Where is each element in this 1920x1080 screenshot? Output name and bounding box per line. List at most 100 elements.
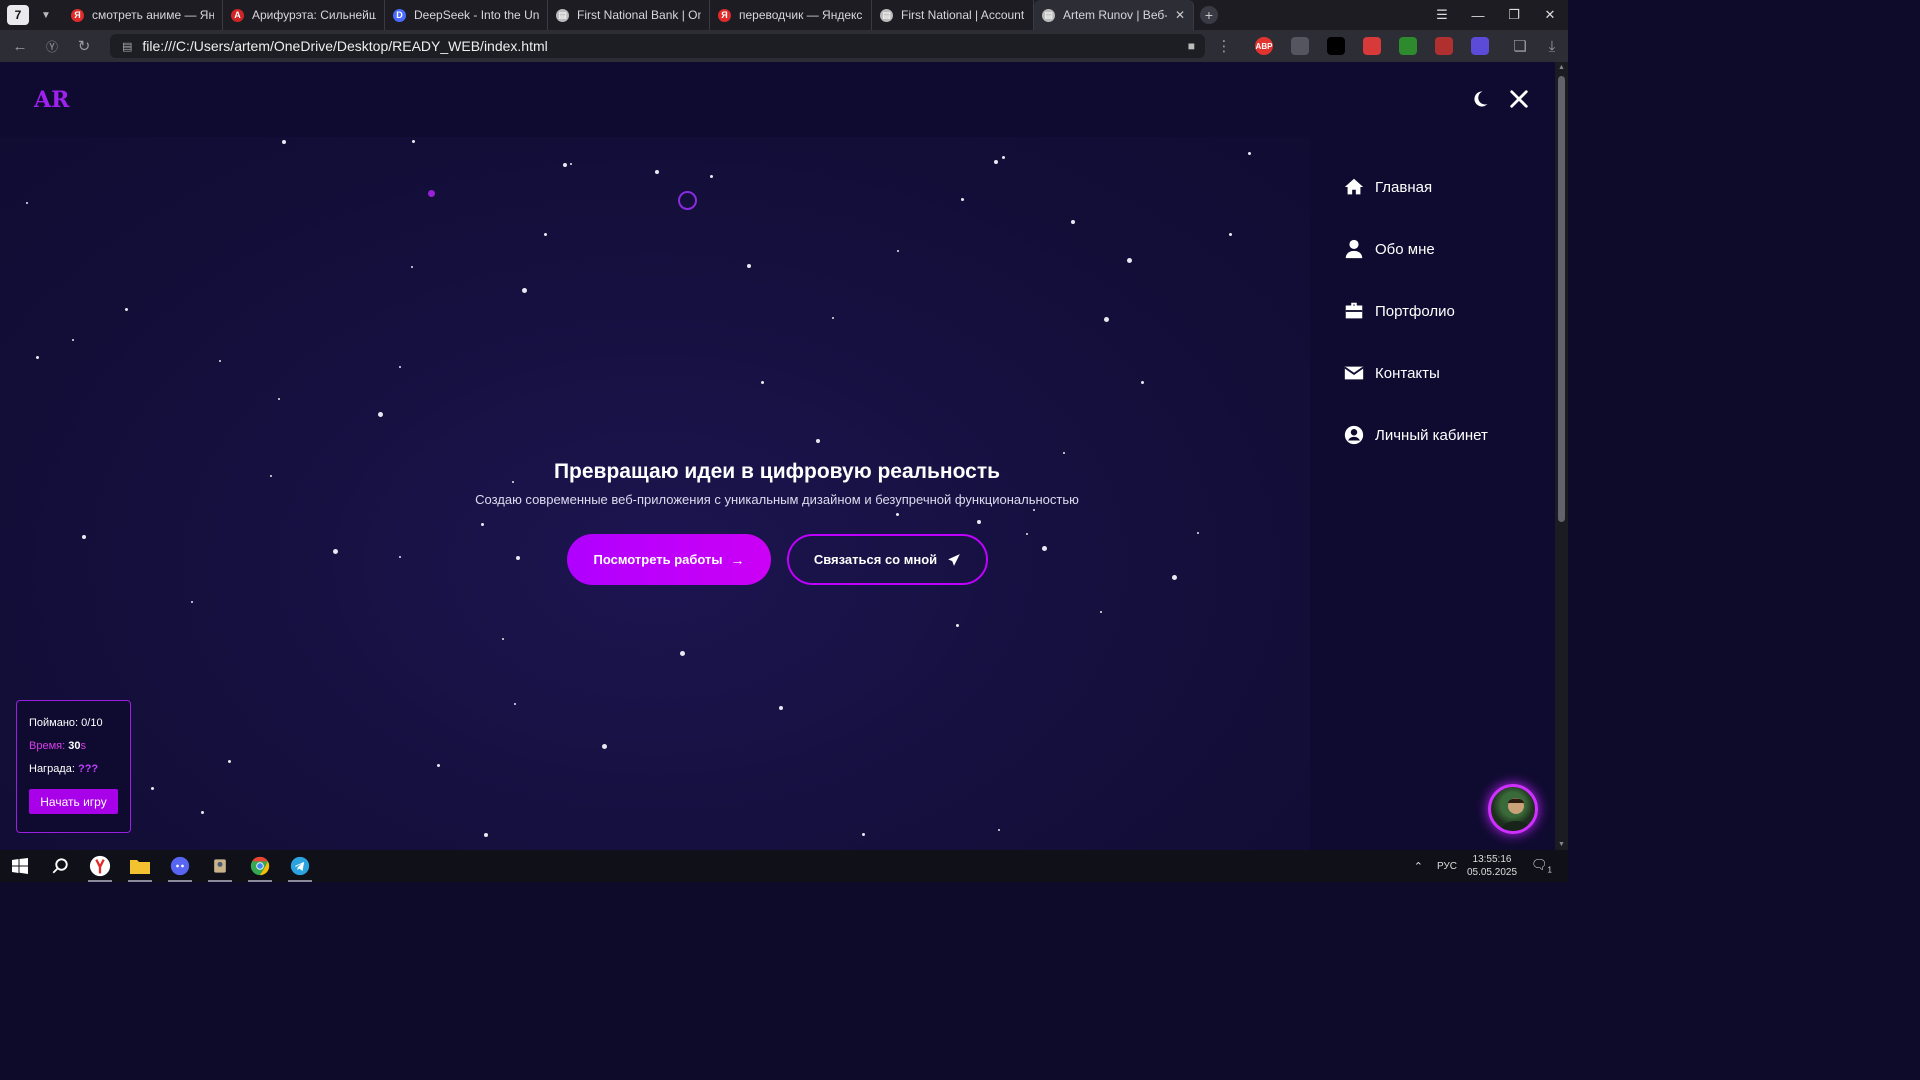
star <box>1042 546 1047 551</box>
close-window-icon[interactable]: ✕ <box>1532 7 1568 23</box>
star <box>977 520 981 524</box>
contact-me-button[interactable]: Связаться со мной <box>787 534 988 585</box>
tab-favicon-icon: ▤ <box>1042 8 1055 22</box>
star <box>994 160 998 164</box>
browser-tab[interactable]: Япереводчик — Яндекс: на <box>710 0 872 30</box>
star <box>484 833 488 837</box>
notification-count: 1 <box>1547 865 1552 875</box>
close-icon[interactable] <box>1508 88 1530 110</box>
discord-icon[interactable] <box>160 850 200 882</box>
side-menu: Главная Обо мне Портфолио Контакты Личны… <box>1343 156 1488 466</box>
star <box>151 787 154 790</box>
clock[interactable]: 13:55:16 05.05.2025 <box>1467 853 1517 879</box>
caught-counter: Поймано: 0/10 <box>29 717 118 740</box>
yandex-icon[interactable]: Ⓨ <box>40 34 64 58</box>
star <box>1104 317 1109 322</box>
more-icon[interactable]: ⋮ <box>1212 34 1236 58</box>
page-scrollbar[interactable]: ▲ ▼ <box>1555 62 1568 850</box>
url-field[interactable]: ▤ file:///C:/Users/artem/OneDrive/Deskto… <box>110 34 1205 58</box>
star <box>1172 575 1177 580</box>
tab-counter[interactable]: 7 <box>7 5 29 25</box>
language-indicator[interactable]: РУС <box>1437 861 1457 872</box>
web-page: AR Превращаю идеи в цифровую реальность … <box>0 62 1555 850</box>
pen-ext-icon[interactable] <box>1327 37 1345 55</box>
menu-item-contacts[interactable]: Контакты <box>1343 342 1488 404</box>
telegram-icon[interactable] <box>280 850 320 882</box>
reload-icon[interactable]: ↻ <box>72 34 96 58</box>
caught-label: Поймано: <box>29 717 79 729</box>
chevron-down-icon[interactable]: ▼ <box>35 4 57 26</box>
menu-item-portfolio[interactable]: Портфолио <box>1343 280 1488 342</box>
minimize-icon[interactable]: — <box>1460 8 1496 23</box>
start-game-button[interactable]: Начать игру <box>29 789 118 814</box>
browser-tab[interactable]: ▤ First National | Account <box>872 0 1034 30</box>
url-text: file:///C:/Users/artem/OneDrive/Desktop/… <box>142 38 548 54</box>
view-works-label: Посмотреть работы <box>593 552 723 567</box>
scroll-down-icon[interactable]: ▼ <box>1557 841 1566 848</box>
adblock-icon[interactable]: ABP <box>1255 37 1273 55</box>
envelope-icon <box>1344 366 1364 380</box>
download-icon[interactable]: ⤓ <box>1540 34 1564 58</box>
menu-item-home[interactable]: Главная <box>1343 156 1488 218</box>
site-logo[interactable]: AR <box>34 87 69 113</box>
star <box>563 163 567 167</box>
star <box>1127 258 1132 263</box>
menu-item-about[interactable]: Обо мне <box>1343 218 1488 280</box>
menu-item-account[interactable]: Личный кабинет <box>1343 404 1488 466</box>
scroll-thumb[interactable] <box>1558 76 1565 522</box>
windows-start-icon[interactable] <box>0 850 40 882</box>
star <box>1248 152 1251 155</box>
browser-tab[interactable]: Ясмотреть аниме — Яндекс <box>63 0 223 30</box>
star <box>602 744 607 749</box>
star <box>1033 509 1035 511</box>
browser-tab[interactable]: D DeepSeek - Into the Unkno <box>385 0 548 30</box>
chat-ext-icon[interactable] <box>1471 37 1489 55</box>
browser-tab-bar: 7 ▼ Ясмотреть аниме — Яндекс A Арифурэта: … <box>0 0 1568 30</box>
paper-plane-icon <box>948 553 960 566</box>
restore-icon[interactable]: ❐ <box>1496 7 1532 23</box>
browser-tab[interactable]: ▤ First National Bank | Onlin <box>548 0 710 30</box>
app-icon[interactable] <box>200 850 240 882</box>
star <box>680 651 685 656</box>
avatar[interactable] <box>1488 784 1538 834</box>
briefcase-icon <box>1345 302 1363 319</box>
file-icon: ▤ <box>122 40 133 53</box>
star <box>544 233 547 236</box>
tab-title: Арифурэта: Сильнейший <box>252 8 376 22</box>
circle-ext-icon[interactable] <box>1291 37 1309 55</box>
chevron-up-icon[interactable]: ⌃ <box>1414 860 1423 873</box>
tab-favicon-icon: D <box>393 8 406 22</box>
catchable-star[interactable] <box>428 190 435 197</box>
lock-ext-icon[interactable] <box>1363 37 1381 55</box>
file-explorer-icon[interactable] <box>120 850 160 882</box>
star <box>72 339 74 341</box>
search-icon[interactable] <box>40 850 80 882</box>
star <box>201 811 204 814</box>
tab-close-icon[interactable]: ✕ <box>1175 8 1185 22</box>
scroll-up-icon[interactable]: ▲ <box>1557 64 1566 71</box>
reward-label: Награда: <box>29 763 75 775</box>
running-indicator <box>168 880 192 882</box>
tab-title: Artem Runov | Веб-раз <box>1063 8 1167 22</box>
browser-tab[interactable]: A Арифурэта: Сильнейший <box>223 0 385 30</box>
windows-taskbar: ⌃ РУС 13:55:16 05.05.2025 🗨1 <box>0 850 1568 882</box>
new-tab-button[interactable]: + <box>1200 6 1218 24</box>
browser-tab[interactable]: ▤ Artem Runov | Веб-раз ✕ <box>1034 0 1194 30</box>
menu-icon[interactable]: ☰ <box>1424 7 1460 23</box>
tab-favicon-icon: Я <box>718 8 731 22</box>
chart-ext-icon[interactable] <box>1399 37 1417 55</box>
chrome-icon[interactable] <box>240 850 280 882</box>
star <box>761 381 764 384</box>
star <box>1100 611 1102 613</box>
collections-icon[interactable]: ❏ <box>1508 34 1532 58</box>
star <box>956 624 959 627</box>
view-works-button[interactable]: Посмотреть работы → <box>567 534 771 585</box>
moon-icon[interactable] <box>1470 89 1490 109</box>
person-silhouette-icon <box>1500 798 1532 831</box>
wave-ext-icon[interactable] <box>1435 37 1453 55</box>
back-icon[interactable]: ← <box>8 34 32 58</box>
notification-icon[interactable]: 🗨1 <box>1531 857 1552 875</box>
yandex-browser-icon[interactable] <box>80 850 120 882</box>
running-indicator <box>288 880 312 882</box>
bookmark-icon[interactable]: ■ <box>1188 39 1195 53</box>
